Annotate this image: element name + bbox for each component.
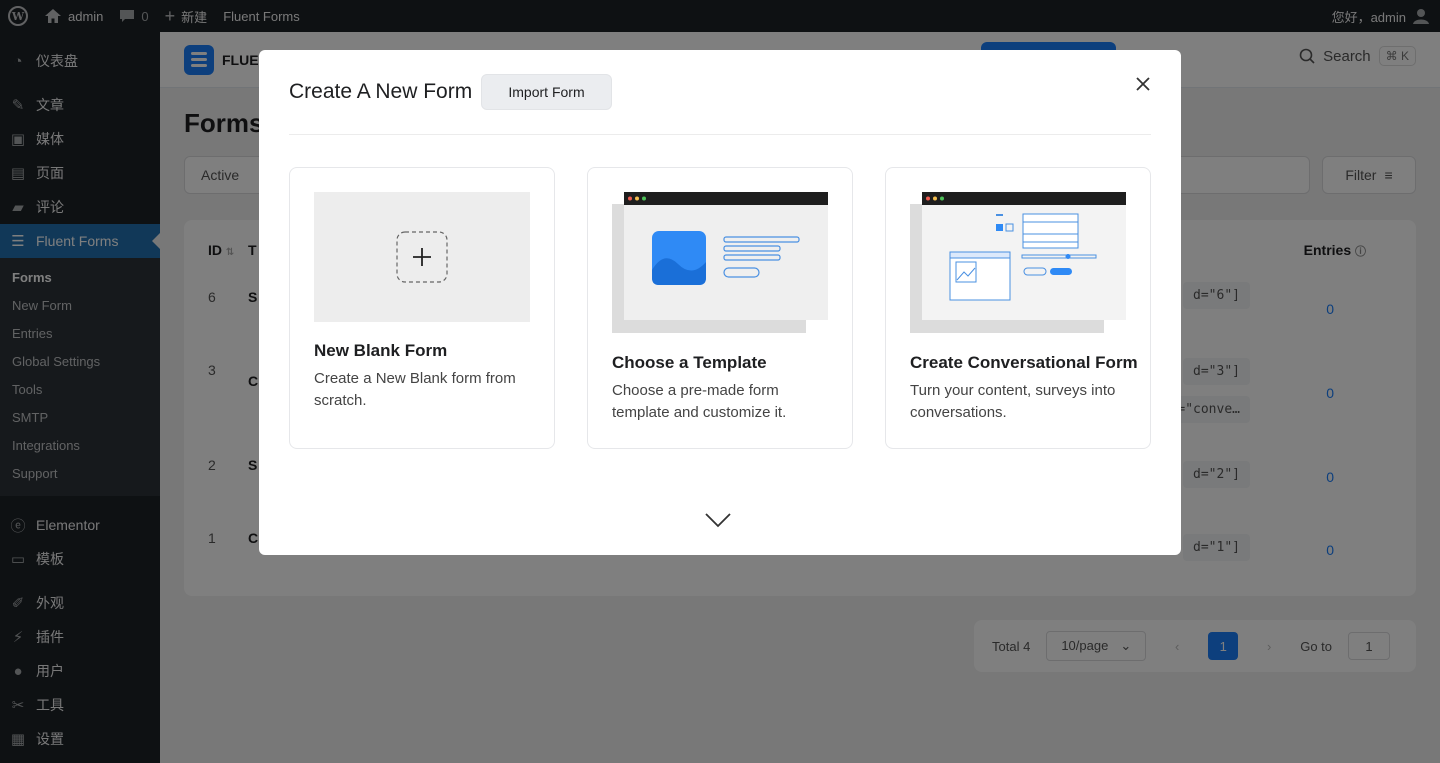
blank-form-illustration <box>314 192 530 322</box>
card-description: Create a New Blank form from scratch. <box>314 370 516 409</box>
card-title: Create Conversational Form <box>910 353 1138 372</box>
template-illustration <box>612 192 828 333</box>
card-title: Choose a Template <box>612 353 767 372</box>
modal-title: Create A New Form <box>289 80 473 103</box>
choose-template-card[interactable]: Choose a Template Choose a pre-made form… <box>587 167 853 449</box>
import-form-button[interactable]: Import Form <box>481 74 612 110</box>
close-icon[interactable] <box>1131 72 1155 96</box>
modal-divider <box>289 134 1151 135</box>
create-form-modal: Create A New Form Import Form New Blank … <box>259 50 1181 555</box>
conversational-form-card[interactable]: Create Conversational Form Turn your con… <box>885 167 1151 449</box>
conversational-illustration <box>910 192 1126 333</box>
card-description: Turn your content, surveys into conversa… <box>910 382 1116 421</box>
chevron-down-icon[interactable] <box>703 510 733 530</box>
new-blank-form-card[interactable]: New Blank Form Create a New Blank form f… <box>289 167 555 449</box>
card-description: Choose a pre-made form template and cust… <box>612 382 787 421</box>
card-title: New Blank Form <box>314 341 448 360</box>
